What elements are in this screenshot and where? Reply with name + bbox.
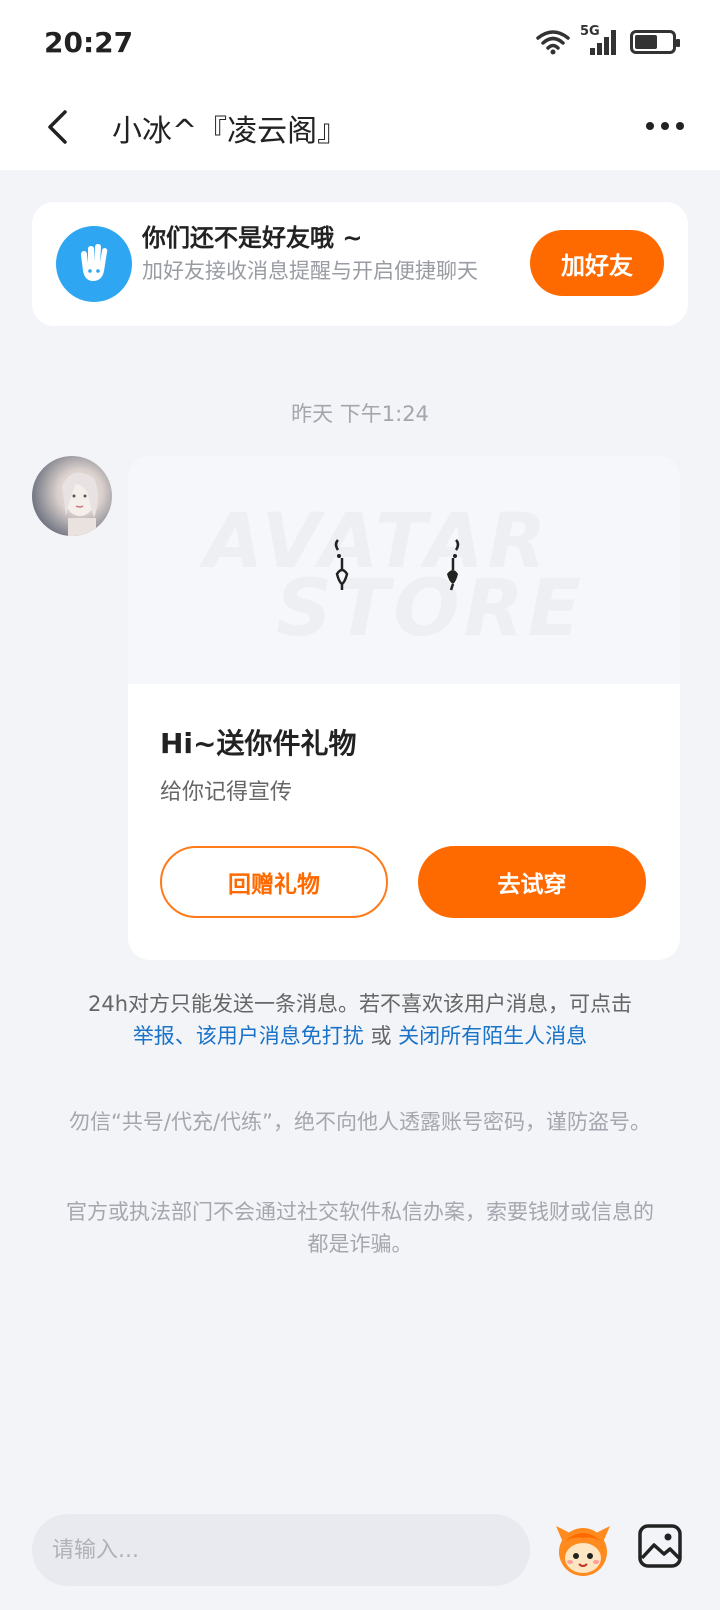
watermark-text: STORE: [276, 564, 586, 654]
message-input[interactable]: [32, 1514, 530, 1586]
hand-wave-icon: [56, 226, 132, 302]
user-avatar[interactable]: [32, 456, 112, 536]
battery-icon: [630, 30, 680, 54]
more-horizontal-icon: [646, 122, 684, 130]
gift-title: Hi~送你件礼物: [160, 727, 357, 760]
page-title: 小冰^『凌云阁』: [112, 114, 348, 149]
status-time: 20:27: [44, 25, 134, 59]
link-separator: 、: [174, 1024, 196, 1048]
notice-text: 24h对方只能发送一条消息。若不喜欢该用户消息，可点击: [87, 992, 633, 1016]
earring-icon: [334, 539, 349, 590]
try-on-button[interactable]: 去试穿: [418, 846, 646, 918]
stranger-message-notice: 24h对方只能发送一条消息。若不喜欢该用户消息，可点击 举报、该用户消息免打扰 …: [30, 988, 690, 1052]
report-link[interactable]: 举报: [133, 1024, 175, 1048]
add-friend-button[interactable]: 加好友: [530, 230, 664, 296]
friend-request-banner: 你们还不是好友哦 ~ 加好友接收消息提醒与开启便捷聊天 加好友: [32, 202, 688, 326]
earring-icon: [447, 539, 460, 591]
gift-description: 给你记得宣传: [160, 780, 293, 805]
message-input-bar: [0, 1488, 720, 1610]
message-timestamp: 昨天 下午1:24: [291, 402, 429, 426]
or-text: 或: [363, 1024, 399, 1048]
back-button[interactable]: [38, 104, 78, 150]
chevron-left-icon: [48, 110, 67, 144]
image-picker-icon[interactable]: [636, 1522, 684, 1570]
security-warning: 勿信“共号/代充/代练”，绝不向他人透露账号密码，谨防盗号。: [69, 1110, 651, 1134]
mascot-emoji-icon[interactable]: [554, 1520, 612, 1578]
more-button[interactable]: [642, 106, 688, 146]
battery-level: [635, 35, 657, 49]
close-stranger-messages-link[interactable]: 关闭所有陌生人消息: [398, 1024, 587, 1048]
wifi-icon: [536, 30, 570, 55]
signal-icon: 5G: [580, 24, 620, 56]
status-icons: 5G: [536, 24, 680, 56]
mute-user-link[interactable]: 该用户消息免打扰: [196, 1024, 364, 1048]
banner-title: 你们还不是好友哦 ~: [142, 224, 363, 252]
gift-message-card[interactable]: AVATAR STORE Hi~送你件礼物 给你记得宣传 回赠礼物 去试穿: [128, 456, 680, 960]
status-bar: 20:27 5G: [0, 0, 720, 84]
fraud-warning: 官方或执法部门不会通过社交软件私信办案，索要钱财或信息的都是诈骗。: [66, 1200, 654, 1256]
chat-header: 小冰^『凌云阁』: [0, 84, 720, 170]
return-gift-button[interactable]: 回赠礼物: [160, 846, 388, 918]
banner-subtitle: 加好友接收消息提醒与开启便捷聊天: [142, 259, 478, 283]
gift-preview-image: AVATAR STORE: [128, 456, 680, 684]
